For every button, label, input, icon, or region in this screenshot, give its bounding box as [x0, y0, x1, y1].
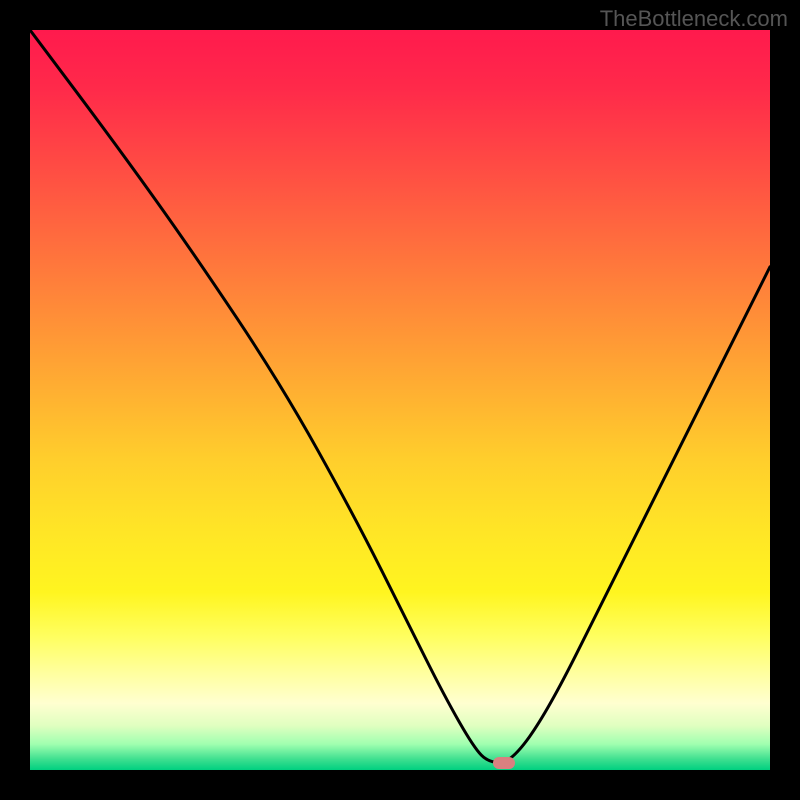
watermark-text: TheBottleneck.com	[600, 6, 788, 32]
optimal-marker	[493, 757, 515, 769]
chart-plot-area	[30, 30, 770, 770]
bottleneck-curve	[30, 30, 770, 770]
